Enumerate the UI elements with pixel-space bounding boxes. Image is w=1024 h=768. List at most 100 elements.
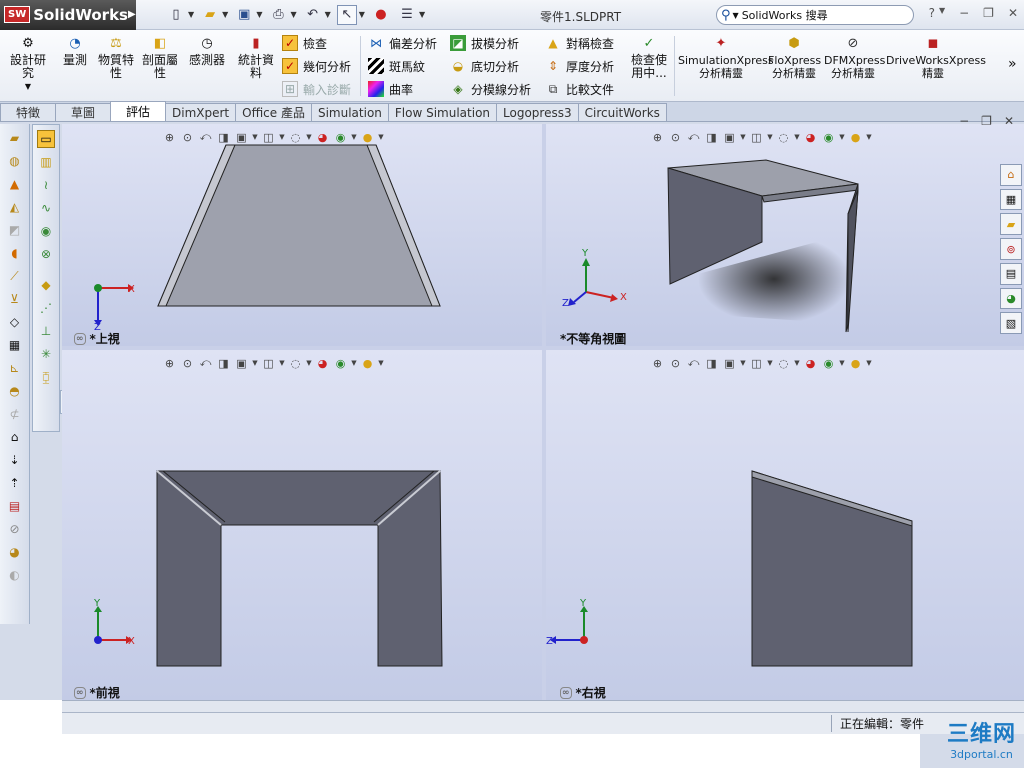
display-style-icon[interactable]: ◫ [749, 131, 764, 144]
edit-appearance-icon[interactable]: ◕ [803, 131, 818, 144]
viewport-minimize-icon[interactable]: − [959, 114, 969, 128]
view-settings-icon[interactable]: ● [360, 131, 375, 144]
hide-show-icon[interactable]: ◌ [776, 131, 791, 144]
flex-icon[interactable]: ⊄ [6, 405, 24, 423]
apply-scene-dropdown-icon[interactable]: ▼ [839, 133, 845, 141]
tab-dimxpert[interactable]: DimXpert [165, 103, 237, 121]
symmetry-check-button[interactable]: ▲ 對稱檢查 [545, 34, 614, 52]
apply-scene-dropdown-icon[interactable]: ▼ [351, 133, 357, 141]
dfmxpress-button[interactable]: ⊘ DFMXpress 分析精靈 [824, 36, 885, 80]
simulationxpress-button[interactable]: ✦ SimulationXpress 分析精靈 [678, 36, 774, 80]
view-settings-icon[interactable]: ● [360, 357, 375, 370]
deviation-analysis-button[interactable]: ⋈ 偏差分析 [368, 34, 437, 52]
view-orientation-dropdown-icon[interactable]: ▼ [740, 359, 746, 367]
combine-icon[interactable]: ▤ [6, 497, 24, 515]
display-style-icon[interactable]: ◫ [261, 357, 276, 370]
extrude-icon[interactable]: ▰ [6, 129, 24, 147]
apply-scene-icon[interactable]: ◉ [333, 357, 348, 370]
tab-evaluate[interactable]: 評估 [110, 101, 166, 121]
apply-scene-dropdown-icon[interactable]: ▼ [839, 359, 845, 367]
new-dropdown-icon[interactable]: ▼ [188, 10, 194, 19]
view-settings-dropdown-icon[interactable]: ▼ [378, 359, 384, 367]
move-face-icon[interactable]: ⇣ [6, 451, 24, 469]
zoom-area-icon[interactable]: ⊙ [180, 357, 195, 370]
hide-show-icon[interactable]: ◌ [288, 131, 303, 144]
view-orientation-icon[interactable]: ▣ [234, 357, 249, 370]
boundary-icon[interactable]: ◩ [6, 221, 24, 239]
view-orientation-dropdown-icon[interactable]: ▼ [740, 133, 746, 141]
select-arrow-icon[interactable]: ↖ [336, 4, 357, 25]
ribbon-more-button[interactable]: » [1008, 56, 1017, 72]
rib-icon[interactable]: ⊻ [6, 290, 24, 308]
draft-icon[interactable]: ◇ [6, 313, 24, 331]
split-icon[interactable]: ⊘ [6, 520, 24, 538]
custom-properties-icon[interactable]: ▧ [1000, 312, 1022, 335]
check-active-button[interactable]: ✓ 檢查使用中... [628, 36, 670, 80]
parting-line-analysis-button[interactable]: ◈ 分模線分析 [450, 80, 531, 98]
mass-properties-button[interactable]: ⚖ 物質特性 [96, 36, 136, 80]
apply-scene-dropdown-icon[interactable]: ▼ [351, 359, 357, 367]
hide-show-dropdown-icon[interactable]: ▼ [306, 133, 312, 141]
rebuild-traffic-light-icon[interactable]: ● [371, 5, 391, 25]
tab-features[interactable]: 特徵 [0, 103, 56, 121]
display-style-icon[interactable]: ◫ [261, 131, 276, 144]
view-settings-dropdown-icon[interactable]: ▼ [866, 133, 872, 141]
hide-show-icon[interactable]: ◌ [288, 357, 303, 370]
edit-appearance-icon[interactable]: ◕ [315, 357, 330, 370]
surface-loft-icon[interactable]: ∿ [37, 199, 55, 217]
coordinate-system-icon[interactable]: ⊥ [37, 322, 55, 340]
statistics-button[interactable]: ▮ 統計資料 [236, 36, 276, 80]
zoom-to-fit-icon[interactable]: ⊕ [650, 357, 665, 370]
intersect-icon[interactable]: ◕ [6, 543, 24, 561]
previous-view-icon[interactable]: ⤺ [686, 356, 701, 370]
close-icon[interactable]: ✕ [1008, 6, 1018, 20]
options-dropdown-icon[interactable]: ▼ [419, 10, 425, 19]
zebra-stripes-button[interactable]: 斑馬紋 [368, 57, 425, 75]
link-views-icon[interactable]: ∞ [74, 332, 86, 345]
edit-appearance-icon[interactable]: ◕ [315, 131, 330, 144]
driveworksxpress-button[interactable]: ◼ DriveWorksXpress 精靈 [886, 36, 986, 80]
zoom-area-icon[interactable]: ⊙ [668, 357, 683, 370]
axis-icon[interactable]: ⋰ [37, 299, 55, 317]
search-box[interactable]: ⚲ ▼ SolidWorks 搜尋 [716, 5, 914, 25]
viewport-restore-icon[interactable]: ❐ [981, 114, 992, 128]
tab-simulation[interactable]: Simulation [310, 103, 389, 121]
sweep-icon[interactable]: ▲ [6, 175, 24, 193]
open-dropdown-icon[interactable]: ▼ [222, 10, 228, 19]
save-dropdown-icon[interactable]: ▼ [256, 10, 262, 19]
select-dropdown-icon[interactable]: ▼ [359, 10, 365, 19]
sensor-button[interactable]: ◷ 感測器 [186, 36, 228, 67]
display-style-dropdown-icon[interactable]: ▼ [279, 133, 285, 141]
thickness-analysis-button[interactable]: ⇕ 厚度分析 [545, 57, 614, 75]
print-dropdown-icon[interactable]: ▼ [290, 10, 296, 19]
apply-scene-icon[interactable]: ◉ [821, 131, 836, 144]
display-style-dropdown-icon[interactable]: ▼ [279, 359, 285, 367]
design-study-button[interactable]: ⚙ 設計研究 ▼ [8, 36, 48, 93]
section-view-icon[interactable]: ◨ [704, 357, 719, 370]
view-settings-dropdown-icon[interactable]: ▼ [866, 359, 872, 367]
hide-show-icon[interactable]: ◌ [776, 357, 791, 370]
edit-appearance-icon[interactable]: ◕ [803, 357, 818, 370]
tab-circuitworks[interactable]: CircuitWorks [577, 103, 667, 121]
zoom-to-fit-icon[interactable]: ⊕ [162, 131, 177, 144]
surface-fill-icon[interactable]: ◉ [37, 222, 55, 240]
help-dropdown-icon[interactable]: ▼ [939, 6, 945, 20]
restore-icon[interactable]: ❐ [983, 6, 994, 20]
tab-sketch[interactable]: 草圖 [55, 103, 111, 121]
draft-analysis-button[interactable]: ◪ 拔模分析 [450, 34, 519, 52]
home-icon[interactable]: ⌂ [1000, 164, 1022, 186]
tab-office-products[interactable]: Office 產品 [235, 103, 312, 121]
section-view-icon[interactable]: ◨ [216, 357, 231, 370]
viewport-top[interactable]: X Z ⊕ ⊙ ⤺ ◨ ▣ ▼ ◫ ▼ ◌ ▼ ◕ ◉ ▼ ● ▼ ∞ *上視 [62, 124, 542, 346]
floxpress-button[interactable]: ⬢ FloXpress 分析精靈 [768, 36, 821, 80]
viewport-right[interactable]: Y Z ⊕ ⊙ ⤺ ◨ ▣ ▼ ◫ ▼ ◌ ▼ ◕ ◉ ▼ ● ▼ ∞ *右視 [546, 350, 1024, 700]
plane-icon[interactable]: ◆ [37, 276, 55, 294]
open-folder-icon[interactable]: ▰ [200, 5, 220, 25]
curvature-button[interactable]: 曲率 [368, 80, 413, 98]
surface-extrude-icon[interactable]: ▭ [37, 130, 55, 148]
geometry-analysis-button[interactable]: ✓ 幾何分析 [282, 57, 351, 75]
previous-view-icon[interactable]: ⤺ [198, 130, 213, 144]
view-orientation-icon[interactable]: ▣ [722, 131, 737, 144]
apply-scene-icon[interactable]: ◉ [333, 131, 348, 144]
tab-flow-simulation[interactable]: Flow Simulation [387, 103, 498, 121]
